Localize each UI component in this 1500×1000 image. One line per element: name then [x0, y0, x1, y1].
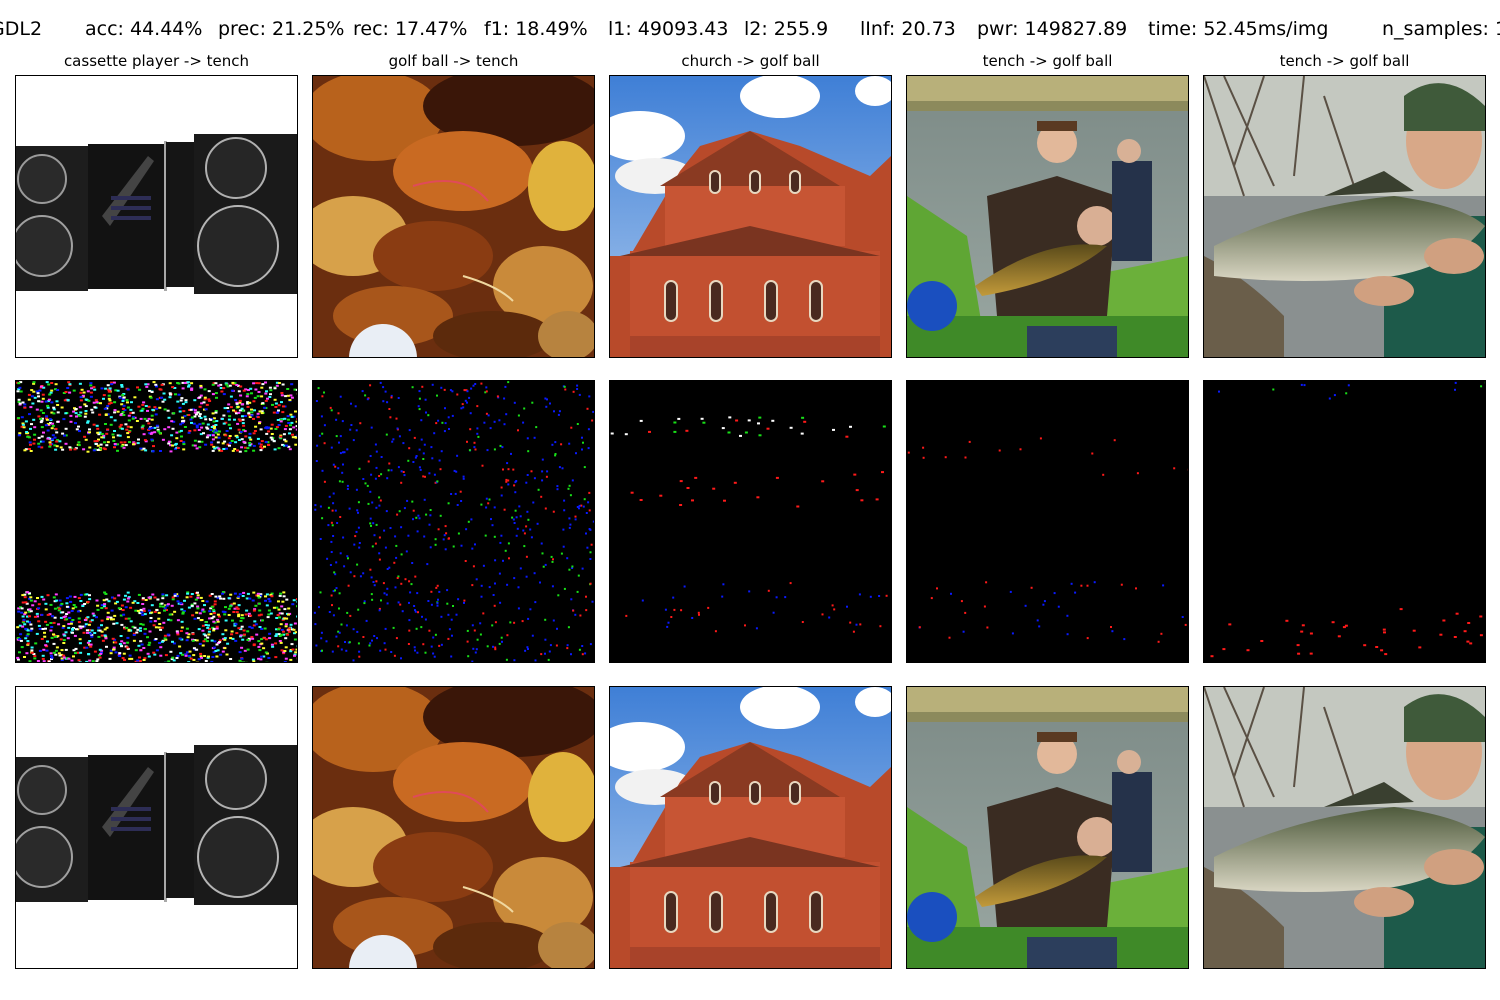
original-image-cassette-player	[15, 75, 298, 358]
perturbation-noise	[313, 381, 594, 662]
metric-l1: l1: 49093.43	[608, 18, 729, 40]
column-title-4: tench -> golf ball	[982, 52, 1113, 70]
autumn-leaves-picture	[313, 687, 594, 968]
metric-time: time: 52.45ms/img	[1148, 18, 1329, 40]
perturbation-map-2	[312, 380, 595, 663]
column-title-5: tench -> golf ball	[1279, 52, 1410, 70]
angler-picture	[907, 687, 1188, 968]
method-name: GDL2	[0, 18, 43, 40]
perturbation-map-1	[15, 380, 298, 663]
perturbation-noise	[907, 437, 1188, 643]
perturbation-noise	[1210, 381, 1485, 658]
adversarial-image-tench-2	[1203, 686, 1486, 969]
angler-fish-picture	[1204, 687, 1485, 968]
adversarial-image-tench-1	[906, 686, 1189, 969]
perturbation-noise	[610, 416, 888, 633]
perturbation-map-3	[609, 380, 892, 663]
metric-n-samples: n_samples: 1	[1382, 18, 1500, 40]
stereo-speakers-picture	[16, 687, 297, 968]
adversarial-image-church	[609, 686, 892, 969]
metric-f1: f1: 18.49%	[484, 18, 588, 40]
church-picture	[610, 687, 891, 968]
metrics-header: GDL2 acc: 44.44% prec: 21.25% rec: 17.47…	[0, 16, 1500, 42]
original-image-tench-2	[1203, 75, 1486, 358]
church-picture	[610, 76, 891, 357]
perturbation-map-4	[906, 380, 1189, 663]
column-title-3: church -> golf ball	[681, 52, 820, 70]
metric-acc: acc: 44.44%	[85, 18, 203, 40]
column-title-2: golf ball -> tench	[388, 52, 519, 70]
original-image-tench-1	[906, 75, 1189, 358]
metric-prec: prec: 21.25%	[218, 18, 345, 40]
angler-fish-picture	[1204, 76, 1485, 357]
metric-linf: lInf: 20.73	[860, 18, 956, 40]
metric-pwr: pwr: 149827.89	[977, 18, 1128, 40]
original-image-church	[609, 75, 892, 358]
perturbation-map-5	[1203, 380, 1486, 663]
stereo-speakers-picture	[16, 76, 297, 357]
column-title-1: cassette player -> tench	[63, 52, 250, 70]
metric-l2: l2: 255.9	[744, 18, 829, 40]
metric-rec: rec: 17.47%	[353, 18, 468, 40]
adversarial-image-cassette-player	[15, 686, 298, 969]
perturbation-noise	[16, 381, 297, 662]
autumn-leaves-picture	[313, 76, 594, 357]
original-image-golf-ball	[312, 75, 595, 358]
adversarial-image-golf-ball	[312, 686, 595, 969]
angler-picture	[907, 76, 1188, 357]
